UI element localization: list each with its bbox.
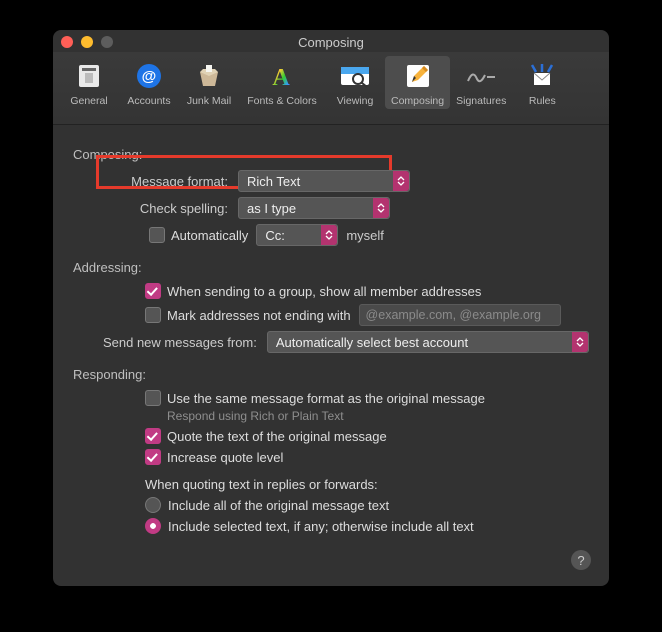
group-addresses-label: When sending to a group, show all member… bbox=[167, 284, 481, 299]
popup-arrows-icon bbox=[572, 332, 588, 352]
minimize-button[interactable] bbox=[81, 36, 93, 48]
check-spelling-value: as I type bbox=[247, 201, 296, 216]
fonts-colors-icon: A bbox=[266, 60, 298, 92]
preferences-toolbar: General @ Accounts Junk Mail A Fonts & C… bbox=[53, 52, 609, 125]
window-controls bbox=[61, 36, 113, 48]
mark-addresses-input[interactable]: @example.com, @example.org bbox=[359, 304, 561, 326]
include-selected-label: Include selected text, if any; otherwise… bbox=[168, 519, 474, 534]
same-format-hint: Respond using Rich or Plain Text bbox=[167, 409, 344, 423]
tab-junk-mail[interactable]: Junk Mail bbox=[179, 56, 239, 109]
tab-accounts[interactable]: @ Accounts bbox=[119, 56, 179, 109]
check-spelling-popup[interactable]: as I type bbox=[238, 197, 390, 219]
tab-viewing[interactable]: Viewing bbox=[325, 56, 385, 109]
accounts-icon: @ bbox=[133, 60, 165, 92]
tab-general[interactable]: General bbox=[59, 56, 119, 109]
preferences-window: Composing General @ Accounts Junk Mail A… bbox=[53, 30, 609, 586]
svg-text:A: A bbox=[272, 65, 290, 90]
close-button[interactable] bbox=[61, 36, 73, 48]
signatures-icon bbox=[465, 60, 497, 92]
same-format-label: Use the same message format as the origi… bbox=[167, 391, 485, 406]
tab-fonts-colors[interactable]: A Fonts & Colors bbox=[239, 56, 325, 109]
send-from-label: Send new messages from: bbox=[73, 335, 267, 350]
cc-popup[interactable]: Cc: bbox=[256, 224, 338, 246]
titlebar: Composing bbox=[53, 30, 609, 52]
tab-signatures[interactable]: Signatures bbox=[450, 56, 512, 109]
viewing-icon bbox=[339, 60, 371, 92]
quoting-header: When quoting text in replies or forwards… bbox=[145, 477, 378, 492]
increase-quote-label: Increase quote level bbox=[167, 450, 283, 465]
popup-arrows-icon bbox=[321, 225, 337, 245]
automatically-label: Automatically bbox=[171, 228, 248, 243]
tab-rules[interactable]: Rules bbox=[512, 56, 572, 109]
include-all-radio[interactable] bbox=[145, 497, 161, 513]
automatically-checkbox[interactable] bbox=[149, 227, 165, 243]
composing-icon bbox=[402, 60, 434, 92]
myself-label: myself bbox=[346, 228, 384, 243]
quote-text-label: Quote the text of the original message bbox=[167, 429, 387, 444]
tab-label: Fonts & Colors bbox=[247, 95, 316, 107]
tab-label: Composing bbox=[391, 95, 444, 107]
window-title: Composing bbox=[53, 32, 609, 50]
include-selected-radio[interactable] bbox=[145, 518, 161, 534]
cc-value: Cc: bbox=[265, 228, 285, 243]
popup-arrows-icon bbox=[373, 198, 389, 218]
tab-label: Rules bbox=[529, 95, 556, 107]
mark-addresses-label: Mark addresses not ending with bbox=[167, 308, 351, 323]
message-format-popup[interactable]: Rich Text bbox=[238, 170, 410, 192]
mark-addresses-placeholder: @example.com, @example.org bbox=[366, 308, 541, 322]
popup-arrows-icon bbox=[393, 171, 409, 191]
zoom-button[interactable] bbox=[101, 36, 113, 48]
general-icon bbox=[73, 60, 105, 92]
tab-composing[interactable]: Composing bbox=[385, 56, 450, 109]
help-icon: ? bbox=[577, 553, 584, 568]
svg-text:@: @ bbox=[142, 68, 157, 85]
increase-quote-checkbox[interactable] bbox=[145, 449, 161, 465]
check-spelling-label: Check spelling: bbox=[73, 201, 238, 216]
junk-mail-icon bbox=[193, 60, 225, 92]
rules-icon bbox=[526, 60, 558, 92]
mark-addresses-checkbox[interactable] bbox=[145, 307, 161, 323]
help-button[interactable]: ? bbox=[571, 550, 591, 570]
group-addresses-checkbox[interactable] bbox=[145, 283, 161, 299]
send-from-value: Automatically select best account bbox=[276, 335, 468, 350]
section-composing: Composing: bbox=[73, 147, 589, 162]
send-from-popup[interactable]: Automatically select best account bbox=[267, 331, 589, 353]
message-format-label: Message format: bbox=[73, 174, 238, 189]
preferences-body: Composing: Message format: Rich Text Che… bbox=[53, 125, 609, 534]
tab-label: Accounts bbox=[127, 95, 170, 107]
tab-label: Viewing bbox=[337, 95, 374, 107]
message-format-value: Rich Text bbox=[247, 174, 300, 189]
include-all-label: Include all of the original message text bbox=[168, 498, 389, 513]
tab-label: Signatures bbox=[456, 95, 506, 107]
same-format-checkbox[interactable] bbox=[145, 390, 161, 406]
tab-label: Junk Mail bbox=[187, 95, 231, 107]
section-addressing: Addressing: bbox=[73, 260, 589, 275]
quote-text-checkbox[interactable] bbox=[145, 428, 161, 444]
section-responding: Responding: bbox=[73, 367, 589, 382]
tab-label: General bbox=[70, 95, 107, 107]
